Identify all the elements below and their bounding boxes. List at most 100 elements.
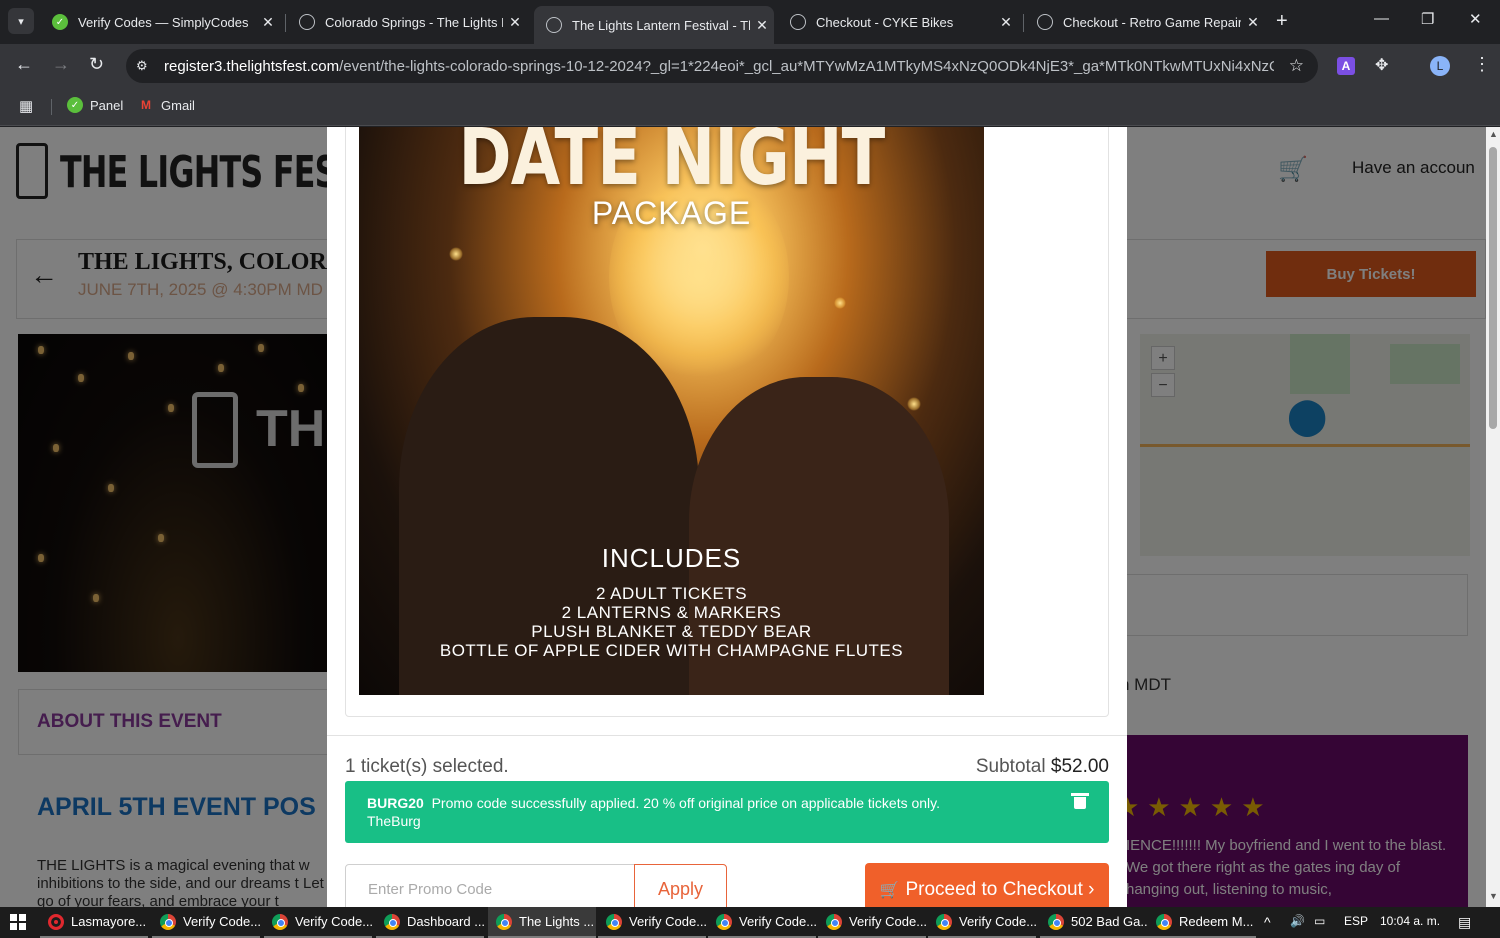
apps-grid-icon[interactable]: ▦ <box>19 97 33 115</box>
scrollbar-thumb[interactable] <box>1489 147 1497 429</box>
reload-icon[interactable]: ↻ <box>89 54 104 75</box>
map-pin-icon: ⬤ <box>1287 395 1328 436</box>
taskbar-item[interactable]: Redeem M... <box>1148 907 1256 938</box>
tab-lights-lantern-festival[interactable]: The Lights Lantern Festival - Th ✕ <box>534 6 774 44</box>
tab-retro-game-repair[interactable]: Checkout - Retro Game Repair ✕ <box>1025 6 1265 38</box>
tab-divider <box>1023 14 1024 32</box>
map-zoom-out-button[interactable]: − <box>1151 373 1175 397</box>
lights-logo-icon[interactable] <box>16 143 48 199</box>
proceed-to-checkout-button[interactable]: 🛒 Proceed to Checkout › <box>865 863 1109 907</box>
chrome-icon <box>606 913 622 930</box>
close-icon[interactable]: ✕ <box>750 17 774 34</box>
tab-search-button[interactable]: ▾ <box>8 8 34 34</box>
globe-icon <box>1037 14 1053 30</box>
bookmark-label: Panel <box>90 97 124 113</box>
bookmark-panel[interactable]: ✓ Panel <box>67 97 123 113</box>
address-bar[interactable]: ⚙ register3.thelightsfest.com/event/the-… <box>126 49 1318 83</box>
poster-include-item: 2 ADULT TICKETS <box>595 584 748 603</box>
windows-start-icon[interactable] <box>10 914 26 930</box>
back-icon[interactable]: ← <box>15 54 33 75</box>
buy-tickets-button[interactable]: Buy Tickets! <box>1266 251 1476 297</box>
bookmark-star-icon[interactable]: ☆ <box>1289 56 1304 76</box>
poster-includes-heading: INCLUDES <box>601 543 742 573</box>
taskbar-item-label: Verify Code... <box>295 914 372 929</box>
checkout-label: Proceed to Checkout › <box>905 879 1095 900</box>
simplycodes-icon: ✓ <box>67 97 83 113</box>
promo-code-input[interactable] <box>345 864 635 907</box>
page-scrollbar[interactable]: ▲ ▼ <box>1486 127 1500 907</box>
extensions-puzzle-icon[interactable]: ✥ <box>1375 55 1388 75</box>
apply-promo-button[interactable]: Apply <box>634 864 727 907</box>
close-icon[interactable]: ✕ <box>994 14 1018 31</box>
lights-logo-icon <box>192 392 238 468</box>
close-icon[interactable]: ✕ <box>1241 14 1265 31</box>
url-path: /event/the-lights-colorado-springs-10-12… <box>339 58 1274 75</box>
map-park <box>1390 344 1460 384</box>
ticket-modal: DATE NIGHT PACKAGE INCLUDES 2 ADULT TICK… <box>327 127 1127 907</box>
review-text: IENCE!!!!!!! My boyfriend and I went to … <box>1126 837 1447 898</box>
taskbar-item[interactable]: Verify Code... <box>818 907 926 938</box>
lantern-dot <box>53 444 59 452</box>
tray-chevron-icon[interactable]: ^ <box>1264 914 1271 930</box>
trash-icon[interactable] <box>1071 793 1089 809</box>
bookmark-gmail[interactable]: M Gmail <box>138 97 195 113</box>
event-date: JUNE 7TH, 2025 @ 4:30PM MD <box>78 280 323 299</box>
forward-icon[interactable]: → <box>52 54 70 75</box>
lantern-dot <box>93 594 99 602</box>
poster-include-item: 2 LANTERNS & MARKERS <box>561 603 782 622</box>
url-text[interactable]: register3.thelightsfest.com/event/the-li… <box>164 58 1274 75</box>
close-icon[interactable]: ✕ <box>503 14 527 31</box>
site-info-icon[interactable]: ⚙ <box>136 58 148 74</box>
event-time-text: n MDT <box>1120 675 1171 694</box>
taskbar-item[interactable]: Verify Code... <box>708 907 816 938</box>
tab-cyke-bikes[interactable]: Checkout - CYKE Bikes ✕ <box>778 6 1018 38</box>
extension-icon[interactable]: A <box>1337 57 1355 75</box>
taskbar-item[interactable]: 502 Bad Ga... <box>1040 907 1148 938</box>
taskbar-item[interactable]: Verify Code... <box>598 907 706 938</box>
tickets-selected-text: 1 ticket(s) selected. <box>345 756 509 777</box>
subtotal: Subtotal $52.00 <box>976 756 1109 778</box>
url-host: register3.thelightsfest.com <box>164 58 340 75</box>
review-stars: ★★★★★ <box>1116 792 1273 822</box>
menu-kebab-icon[interactable]: ⋮ <box>1473 54 1491 75</box>
taskbar-item[interactable]: Verify Code... <box>264 907 372 938</box>
new-tab-button[interactable]: + <box>1276 10 1288 33</box>
cart-icon[interactable]: 🛒 <box>1278 155 1308 184</box>
tab-title: The Lights Lantern Festival - Th <box>572 17 750 33</box>
network-icon[interactable]: ▭ <box>1314 914 1325 928</box>
volume-icon[interactable]: 🔊 <box>1290 914 1305 928</box>
scroll-down-icon[interactable]: ▼ <box>1489 891 1498 901</box>
trash-lid <box>1071 793 1089 796</box>
tab-verify-codes[interactable]: ✓ Verify Codes — SimplyCodes ✕ <box>40 6 280 38</box>
trash-can <box>1074 797 1086 809</box>
window-close-icon[interactable]: ✕ <box>1469 10 1482 28</box>
taskbar-item[interactable]: Verify Code... <box>928 907 1036 938</box>
notifications-icon[interactable]: ▤ <box>1458 914 1471 931</box>
minimize-icon[interactable]: — <box>1374 10 1389 27</box>
tab-colorado-springs[interactable]: Colorado Springs - The Lights L ✕ <box>287 6 527 38</box>
simplycodes-icon: ✓ <box>52 14 68 30</box>
taskbar-item[interactable]: Lasmayore... <box>40 907 148 938</box>
lantern-dot <box>78 374 84 382</box>
bookmark-divider <box>51 99 52 115</box>
poster-include-item: PLUSH BLANKET & TEDDY BEAR <box>531 622 812 641</box>
scroll-up-icon[interactable]: ▲ <box>1489 129 1498 139</box>
taskbar-item[interactable]: Verify Code... <box>152 907 260 938</box>
taskbar-item[interactable]: Dashboard ... <box>376 907 484 938</box>
restore-icon[interactable]: ❐ <box>1421 10 1434 28</box>
map-zoom-in-button[interactable]: + <box>1151 346 1175 370</box>
globe-icon <box>790 14 806 30</box>
lantern-glow <box>907 397 921 411</box>
back-arrow-icon[interactable]: ← <box>30 259 58 291</box>
tab-divider <box>285 14 286 32</box>
chrome-icon <box>272 913 288 930</box>
language-indicator[interactable]: ESP <box>1344 914 1368 928</box>
tab-title: Verify Codes — SimplyCodes <box>78 14 249 30</box>
event-map[interactable] <box>1140 334 1470 556</box>
close-icon[interactable]: ✕ <box>256 14 280 31</box>
profile-avatar[interactable]: L <box>1430 56 1450 76</box>
taskbar-item[interactable]: The Lights ... <box>488 907 596 938</box>
clock[interactable]: 10:04 a. m. <box>1380 914 1440 928</box>
account-link[interactable]: Have an accoun <box>1352 158 1475 178</box>
lantern-dot <box>38 346 44 354</box>
